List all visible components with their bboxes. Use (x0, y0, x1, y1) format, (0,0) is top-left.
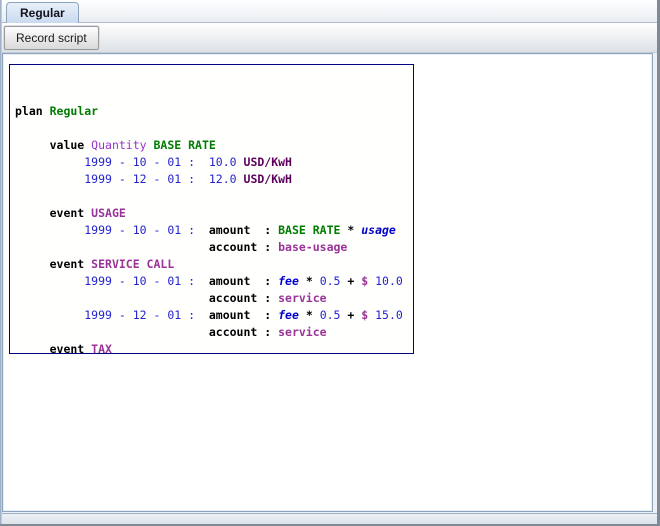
script-line: value Quantity BASE RATE (15, 137, 413, 154)
window-left-edge (0, 0, 2, 526)
tab-bar: Regular (0, 0, 660, 23)
script-line: 1999 - 10 - 01 : amount : fee * 0.5 + $ … (15, 273, 413, 290)
script-line: 1999 - 10 - 01 : amount : BASE RATE * us… (15, 222, 413, 239)
script-line: account : service (15, 324, 413, 341)
tab-regular[interactable]: Regular (6, 2, 79, 23)
script-line (15, 188, 413, 205)
script-line: event SERVICE CALL (15, 256, 413, 273)
script-line: event USAGE (15, 205, 413, 222)
script-line: plan Regular (15, 103, 413, 120)
script-panel[interactable]: plan Regular value Quantity BASE RATE 19… (9, 64, 414, 354)
script-line: account : base-usage (15, 239, 413, 256)
script-line: account : service (15, 290, 413, 307)
toolbar: Record script (2, 23, 657, 53)
record-script-button[interactable]: Record script (4, 26, 99, 50)
script-line: event TAX (15, 341, 413, 354)
script-line: 1999 - 10 - 01 : 10.0 USD/KwH (15, 154, 413, 171)
script-line (15, 120, 413, 137)
app-window: Regular Record script plan Regular value… (0, 0, 660, 526)
bottom-strip (0, 513, 657, 524)
script-line: 1999 - 12 - 01 : 12.0 USD/KwH (15, 171, 413, 188)
script-text: plan Regular value Quantity BASE RATE 19… (15, 103, 413, 354)
script-line: 1999 - 12 - 01 : amount : fee * 0.5 + $ … (15, 307, 413, 324)
content-area: plan Regular value Quantity BASE RATE 19… (2, 53, 653, 512)
